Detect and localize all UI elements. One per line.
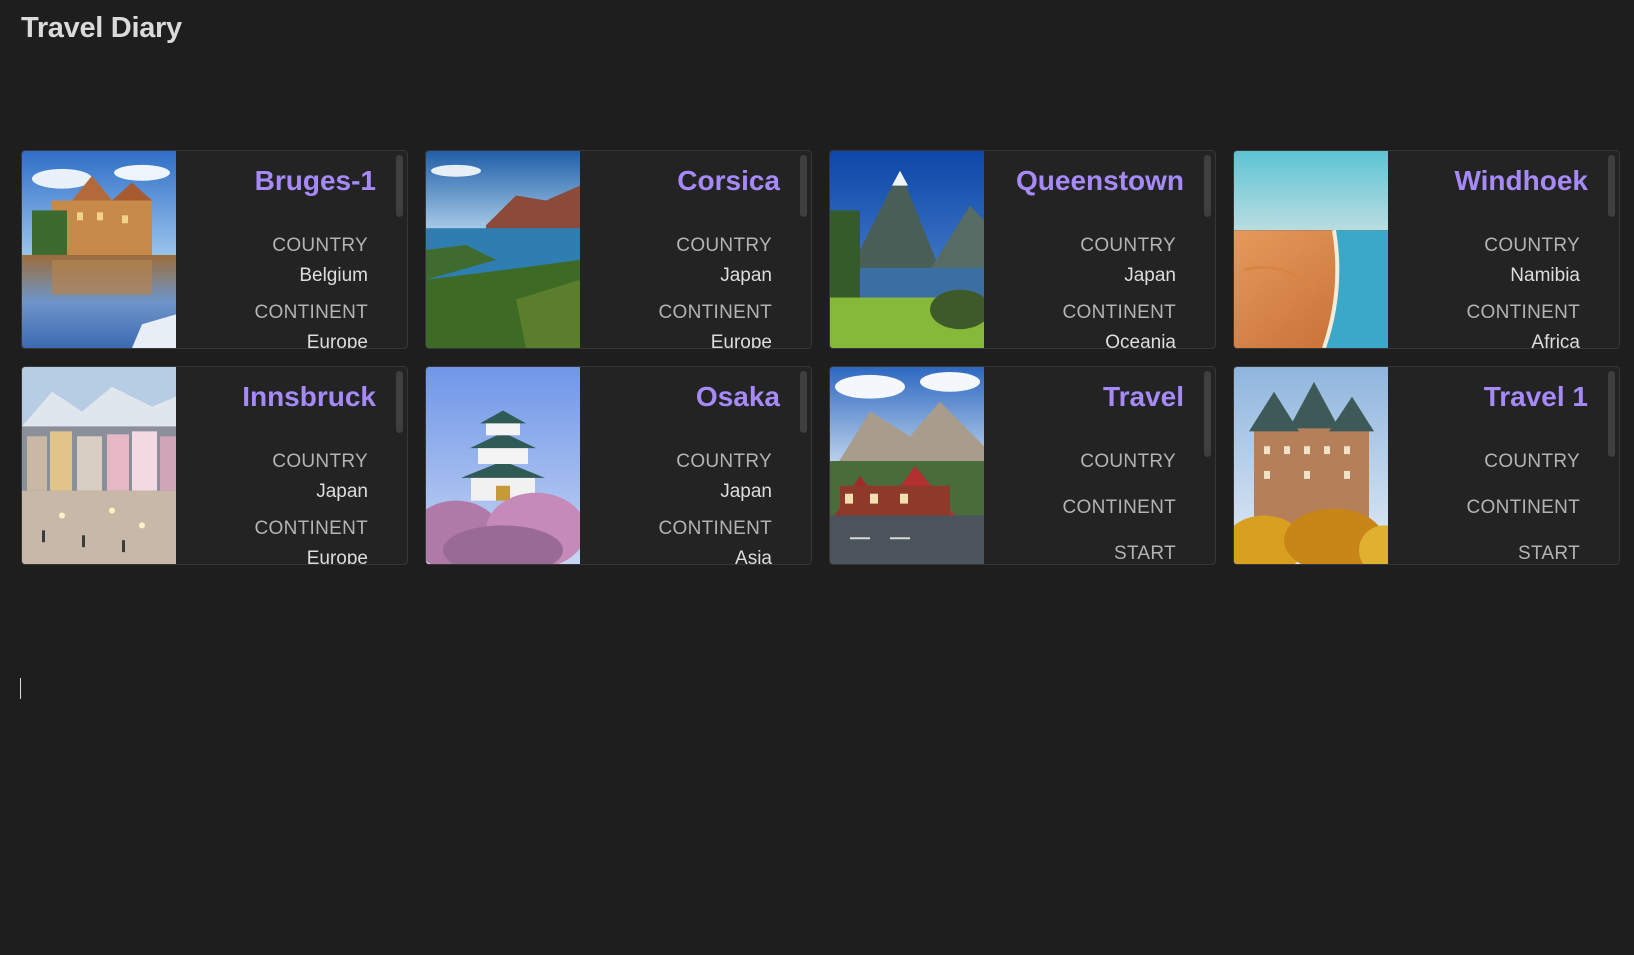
card-cover-image <box>830 151 984 348</box>
card-scrollbar[interactable] <box>1608 371 1615 457</box>
card-body: Queenstown COUNTRY Japan CONTINENT Ocean… <box>984 151 1215 348</box>
property-label: CONTINENT <box>658 518 772 539</box>
card-title[interactable]: Innsbruck <box>242 381 376 413</box>
card-scrollbar[interactable] <box>1204 371 1211 457</box>
card-properties: COUNTRY Belgium CONTINENT Europe <box>254 234 368 348</box>
card-properties: COUNTRY Japan CONTINENT Europe <box>658 234 772 348</box>
property-label: COUNTRY <box>272 235 368 256</box>
property-label: START <box>1517 543 1580 564</box>
property-value: Europe <box>306 548 368 564</box>
card-cover-image <box>1234 151 1388 348</box>
property-label: COUNTRY <box>1484 235 1580 256</box>
card-scrollbar[interactable] <box>800 155 807 217</box>
card-bruges[interactable]: Bruges-1 COUNTRY Belgium CONTINENT Europ… <box>21 150 408 349</box>
card-title[interactable]: Corsica <box>677 165 780 197</box>
property-label: CONTINENT <box>1062 302 1176 323</box>
property-value: Europe <box>306 332 368 348</box>
card-body: Travel COUNTRY CONTINENT START <box>984 367 1215 564</box>
card-gallery: Bruges-1 COUNTRY Belgium CONTINENT Europ… <box>21 150 1620 565</box>
property-value: Asia <box>735 548 772 564</box>
card-properties: COUNTRY Japan CONTINENT Oceania <box>1062 234 1176 348</box>
property-label: CONTINENT <box>254 518 368 539</box>
card-properties: COUNTRY CONTINENT START <box>1062 450 1176 564</box>
card-properties: COUNTRY Namibia CONTINENT Africa <box>1466 234 1580 348</box>
card-title[interactable]: Queenstown <box>1016 165 1184 197</box>
page-title: Travel Diary <box>21 12 182 44</box>
card-properties: COUNTRY Japan CONTINENT Europe <box>254 450 368 564</box>
card-title[interactable]: Windhoek <box>1454 165 1588 197</box>
property-label: CONTINENT <box>658 302 772 323</box>
card-queenstown[interactable]: Queenstown COUNTRY Japan CONTINENT Ocean… <box>829 150 1216 349</box>
card-body: Travel 1 COUNTRY CONTINENT START <box>1388 367 1619 564</box>
card-cover-image <box>426 367 580 564</box>
property-value: Oceania <box>1105 332 1176 348</box>
card-travel[interactable]: Travel COUNTRY CONTINENT START <box>829 366 1216 565</box>
property-value: Africa <box>1531 332 1580 348</box>
text-cursor <box>20 678 21 699</box>
card-scrollbar[interactable] <box>396 155 403 217</box>
card-body: Osaka COUNTRY Japan CONTINENT Asia <box>580 367 811 564</box>
card-cover-image <box>830 367 984 564</box>
property-label: COUNTRY <box>1080 451 1176 472</box>
property-label: COUNTRY <box>676 235 772 256</box>
card-cover-image <box>426 151 580 348</box>
card-body: Bruges-1 COUNTRY Belgium CONTINENT Europ… <box>176 151 407 348</box>
property-value: Namibia <box>1510 265 1580 286</box>
property-value: Japan <box>316 481 368 502</box>
card-body: Innsbruck COUNTRY Japan CONTINENT Europe <box>176 367 407 564</box>
card-windhoek[interactable]: Windhoek COUNTRY Namibia CONTINENT Afric… <box>1233 150 1620 349</box>
card-corsica[interactable]: Corsica COUNTRY Japan CONTINENT Europe <box>425 150 812 349</box>
property-label: CONTINENT <box>1466 497 1580 518</box>
property-label: START <box>1113 543 1176 564</box>
property-label: CONTINENT <box>1062 497 1176 518</box>
card-scrollbar[interactable] <box>800 371 807 433</box>
card-body: Windhoek COUNTRY Namibia CONTINENT Afric… <box>1388 151 1619 348</box>
card-title[interactable]: Travel <box>1103 381 1184 413</box>
property-value: Europe <box>710 332 772 348</box>
property-label: CONTINENT <box>254 302 368 323</box>
property-label: COUNTRY <box>676 451 772 472</box>
card-title[interactable]: Travel 1 <box>1484 381 1588 413</box>
property-value: Belgium <box>299 265 368 286</box>
card-osaka[interactable]: Osaka COUNTRY Japan CONTINENT Asia <box>425 366 812 565</box>
card-cover-image <box>22 367 176 564</box>
card-scrollbar[interactable] <box>1204 155 1211 217</box>
card-properties: COUNTRY Japan CONTINENT Asia <box>658 450 772 564</box>
card-properties: COUNTRY CONTINENT START <box>1466 450 1580 564</box>
card-scrollbar[interactable] <box>396 371 403 433</box>
card-cover-image <box>1234 367 1388 564</box>
card-scrollbar[interactable] <box>1608 155 1615 217</box>
property-label: COUNTRY <box>1484 451 1580 472</box>
card-cover-image <box>22 151 176 348</box>
property-value: Japan <box>720 481 772 502</box>
card-travel-1[interactable]: Travel 1 COUNTRY CONTINENT START <box>1233 366 1620 565</box>
property-value: Japan <box>1124 265 1176 286</box>
property-value: Japan <box>720 265 772 286</box>
card-innsbruck[interactable]: Innsbruck COUNTRY Japan CONTINENT Europe <box>21 366 408 565</box>
property-label: CONTINENT <box>1466 302 1580 323</box>
property-label: COUNTRY <box>1080 235 1176 256</box>
card-body: Corsica COUNTRY Japan CONTINENT Europe <box>580 151 811 348</box>
property-label: COUNTRY <box>272 451 368 472</box>
card-title[interactable]: Bruges-1 <box>255 165 376 197</box>
card-title[interactable]: Osaka <box>696 381 780 413</box>
